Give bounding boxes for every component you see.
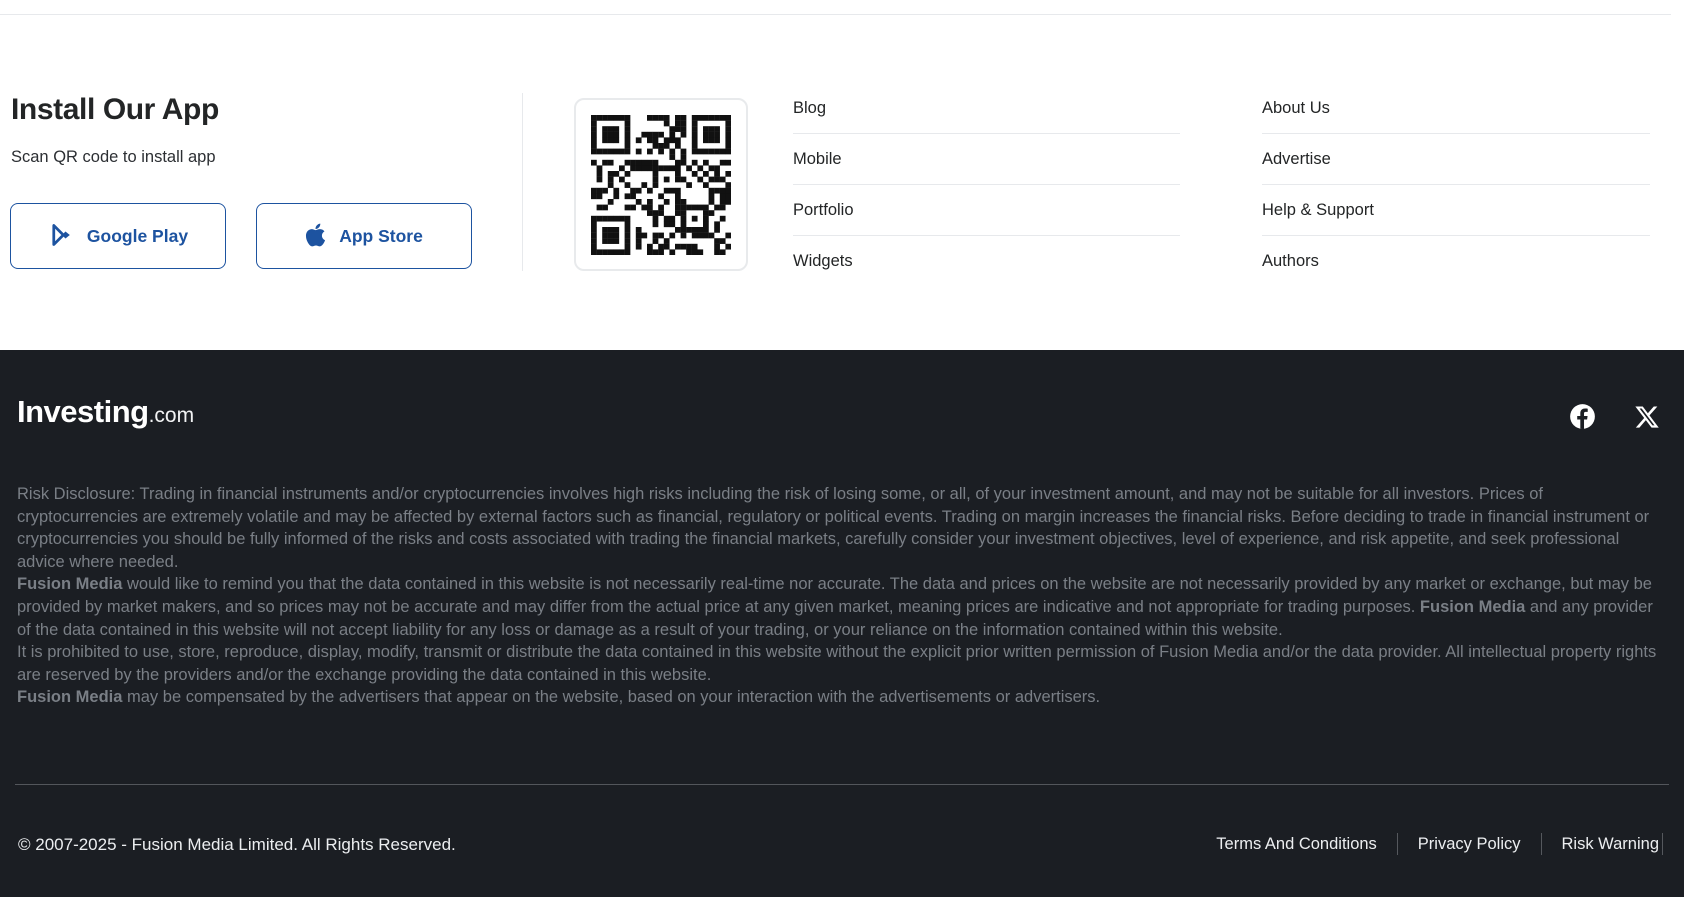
legal-divider bbox=[1397, 833, 1398, 855]
disclaimer-paragraph: It is prohibited to use, store, reproduc… bbox=[17, 641, 1659, 686]
brand-tld: .com bbox=[149, 404, 195, 427]
install-app-subtitle: Scan QR code to install app bbox=[11, 148, 216, 167]
disclaimer-paragraph: Fusion Media may be compensated by the a… bbox=[17, 686, 1659, 709]
qr-code bbox=[574, 98, 748, 271]
disclaimer-paragraph: Risk Disclosure: Trading in financial in… bbox=[17, 483, 1659, 573]
social-links bbox=[1569, 403, 1660, 435]
footer-links-column-1: Blog Mobile Portfolio Widgets bbox=[793, 83, 1180, 287]
google-play-label: Google Play bbox=[87, 226, 188, 247]
link-authors[interactable]: Authors bbox=[1262, 236, 1650, 287]
link-blog[interactable]: Blog bbox=[793, 83, 1180, 134]
link-about-us[interactable]: About Us bbox=[1262, 83, 1650, 134]
google-play-icon bbox=[48, 222, 74, 251]
legal-links: Terms And Conditions Privacy Policy Risk… bbox=[1216, 833, 1663, 855]
footer-links-column-2: About Us Advertise Help & Support Author… bbox=[1262, 83, 1650, 287]
copyright-text: © 2007-2025 - Fusion Media Limited. All … bbox=[18, 835, 456, 855]
investing-logo[interactable]: Investing.com bbox=[17, 394, 194, 430]
link-help-support[interactable]: Help & Support bbox=[1262, 185, 1650, 236]
site-footer: Investing.com Risk Disclosure: bbox=[0, 350, 1684, 897]
page: Install Our App Scan QR code to install … bbox=[0, 0, 1684, 897]
apple-icon bbox=[305, 222, 326, 251]
facebook-link[interactable] bbox=[1569, 403, 1596, 435]
facebook-icon bbox=[1569, 403, 1596, 435]
privacy-policy-link[interactable]: Privacy Policy bbox=[1418, 835, 1521, 854]
x-twitter-icon bbox=[1634, 404, 1660, 435]
link-advertise[interactable]: Advertise bbox=[1262, 134, 1650, 185]
app-store-button[interactable]: App Store bbox=[256, 203, 472, 269]
footer-divider bbox=[15, 784, 1669, 785]
link-mobile[interactable]: Mobile bbox=[793, 134, 1180, 185]
brand-name: Investing bbox=[17, 394, 149, 429]
store-buttons: Google Play App Store bbox=[10, 203, 472, 269]
risk-disclosure-text: Risk Disclosure: Trading in financial in… bbox=[17, 483, 1659, 709]
risk-warning-link[interactable]: Risk Warning bbox=[1562, 835, 1660, 854]
app-store-label: App Store bbox=[339, 226, 423, 247]
x-twitter-link[interactable] bbox=[1634, 404, 1660, 435]
vertical-divider bbox=[522, 93, 523, 271]
install-app-title: Install Our App bbox=[11, 93, 219, 127]
legal-divider bbox=[1662, 833, 1663, 855]
google-play-button[interactable]: Google Play bbox=[10, 203, 226, 269]
disclaimer-paragraph: Fusion Media would like to remind you th… bbox=[17, 573, 1659, 641]
terms-and-conditions-link[interactable]: Terms And Conditions bbox=[1216, 835, 1377, 854]
link-widgets[interactable]: Widgets bbox=[793, 236, 1180, 287]
link-portfolio[interactable]: Portfolio bbox=[793, 185, 1180, 236]
top-divider bbox=[0, 14, 1671, 15]
legal-divider bbox=[1541, 833, 1542, 855]
